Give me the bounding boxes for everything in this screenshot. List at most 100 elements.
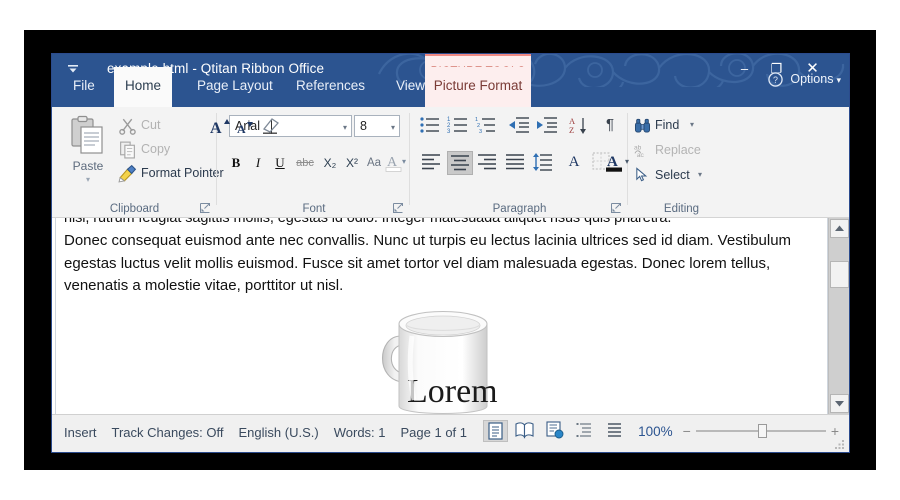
chevron-down-icon[interactable]: ▾: [343, 123, 347, 132]
shading-button[interactable]: A: [561, 151, 587, 175]
font-color-a-icon: A: [606, 154, 622, 172]
document-body-text: Donec consequat euismod ante nec convall…: [64, 232, 792, 294]
ribbon-tab-strip: File Home Page Layout References View Pi…: [52, 67, 849, 107]
read-mode-icon: [515, 422, 534, 439]
document-page[interactable]: nisl, rutrum feugiat sagittis mollis, eg…: [55, 218, 828, 414]
numbering-icon: 123: [447, 117, 467, 135]
ribbon-group-paragraph: 123 123 A Z ¶ A Paragraph: [411, 107, 628, 218]
scroll-up-button[interactable]: [830, 219, 849, 238]
italic-button[interactable]: I: [248, 151, 268, 175]
font-color-caret[interactable]: ▾: [625, 157, 629, 166]
svg-text:?: ?: [773, 74, 778, 84]
font-size-value: 8: [360, 119, 367, 133]
outline-view-button[interactable]: [573, 420, 598, 442]
status-track-changes[interactable]: Track Changes: Off: [112, 425, 224, 440]
svg-text:3: 3: [447, 129, 451, 135]
clipboard-dialog-launcher[interactable]: [200, 203, 211, 214]
binoculars-find-icon: [634, 118, 651, 133]
dialog-launcher-icon: [200, 203, 210, 213]
read-mode-view-button[interactable]: [513, 420, 538, 442]
change-case-button[interactable]: Aa: [363, 151, 385, 175]
clipboard-group-title: Clipboard: [109, 203, 160, 215]
status-word-count[interactable]: Words: 1: [334, 425, 386, 440]
cut-button[interactable]: Cut: [118, 114, 213, 137]
find-caret[interactable]: ▾: [690, 113, 694, 137]
zoom-out-button[interactable]: −: [683, 423, 691, 439]
decrease-indent-button[interactable]: [508, 115, 532, 137]
subscript-button[interactable]: X₂: [319, 151, 341, 175]
minimize-button[interactable]: –: [730, 56, 759, 82]
cut-label: Cut: [141, 118, 161, 132]
document-clipped-line: nisl, rutrum feugiat sagittis mollis, eg…: [64, 218, 672, 226]
zoom-level-label[interactable]: 100%: [638, 424, 673, 439]
coffee-mug-image[interactable]: Lorem: [367, 302, 517, 414]
options-caret: ▾: [836, 75, 841, 85]
zoom-slider-thumb[interactable]: [757, 424, 767, 438]
show-formatting-marks-button[interactable]: ¶: [599, 115, 621, 137]
align-center-button[interactable]: [447, 151, 473, 175]
align-right-button[interactable]: [475, 151, 501, 175]
zoom-in-button[interactable]: +: [831, 423, 839, 439]
scroll-down-button[interactable]: [830, 394, 849, 413]
status-language[interactable]: English (U.S.): [239, 425, 319, 440]
chevron-down-icon[interactable]: ▾: [391, 123, 395, 132]
sort-button[interactable]: A Z: [568, 115, 592, 137]
bold-button[interactable]: B: [226, 151, 246, 175]
justify-icon: [506, 154, 524, 170]
tab-file[interactable]: File: [62, 67, 106, 107]
highlight-color-caret[interactable]: ▾: [402, 157, 406, 166]
draft-view-button[interactable]: [603, 420, 628, 442]
shrink-font-icon[interactable]: A: [236, 119, 256, 136]
tab-home[interactable]: Home: [114, 67, 173, 107]
status-insert-mode[interactable]: Insert: [64, 425, 97, 440]
grip-dots-icon: [835, 440, 844, 449]
format-pointer-button[interactable]: Format Pointer: [118, 162, 224, 185]
status-bar-right: 100% − +: [483, 420, 839, 442]
font-size-combo[interactable]: 8 ▾: [354, 115, 400, 137]
status-page-number[interactable]: Page 1 of 1: [401, 425, 468, 440]
print-layout-view-button[interactable]: [483, 420, 509, 442]
superscript-button[interactable]: X²: [341, 151, 363, 175]
select-caret[interactable]: ▾: [698, 163, 702, 187]
application-window: example.html - Qtitan Ribbon Office – ❐ …: [51, 53, 850, 453]
select-button[interactable]: Select ▾: [634, 163, 729, 187]
bullets-button[interactable]: [419, 115, 443, 137]
align-left-button[interactable]: [419, 151, 445, 175]
web-layout-view-button[interactable]: [543, 420, 568, 442]
zoom-slider[interactable]: [695, 424, 826, 438]
options-button[interactable]: Options ▾: [790, 72, 841, 86]
ribbon-panel: Paste ▾ Cut Copy Format Pointer Clipboar…: [52, 107, 849, 218]
help-question-icon[interactable]: ?: [768, 71, 784, 87]
multilevel-list-button[interactable]: 123: [475, 115, 499, 137]
scissors-icon: [119, 118, 136, 135]
paste-button[interactable]: Paste ▾: [63, 113, 113, 189]
increase-indent-button[interactable]: [536, 115, 560, 137]
increase-indent-icon: [537, 117, 557, 133]
font-color-button[interactable]: A: [605, 151, 625, 180]
scrollbar-thumb[interactable]: [830, 261, 849, 288]
paste-dropdown-caret[interactable]: ▾: [63, 175, 113, 184]
tab-page-layout[interactable]: Page Layout: [186, 67, 284, 107]
find-button[interactable]: Find ▾: [634, 113, 729, 137]
grow-font-icon[interactable]: A: [209, 116, 231, 136]
svg-text:Z: Z: [569, 125, 574, 135]
status-bar-left: Insert Track Changes: Off English (U.S.)…: [64, 425, 467, 440]
replace-label: Replace: [655, 143, 701, 157]
font-dialog-launcher[interactable]: [393, 203, 404, 214]
underline-button[interactable]: U: [270, 151, 290, 175]
tab-picture-format[interactable]: Picture Format: [425, 67, 531, 107]
line-spacing-button[interactable]: [531, 151, 557, 175]
coffee-mug-graphic: Lorem: [381, 310, 497, 414]
paragraph-dialog-launcher[interactable]: [611, 203, 622, 214]
copy-button[interactable]: Copy: [118, 138, 213, 161]
strikethrough-button[interactable]: abc: [292, 151, 318, 175]
numbering-button[interactable]: 123: [447, 115, 471, 137]
vertical-scrollbar[interactable]: [828, 218, 849, 414]
clear-formatting-icon[interactable]: [261, 117, 281, 135]
outline-icon: [576, 423, 592, 437]
tab-references[interactable]: References: [285, 67, 376, 107]
svg-text:A: A: [210, 120, 222, 136]
resize-grip-icon[interactable]: [835, 438, 846, 449]
justify-button[interactable]: [503, 151, 529, 175]
replace-button[interactable]: ab ac Replace: [634, 138, 729, 162]
